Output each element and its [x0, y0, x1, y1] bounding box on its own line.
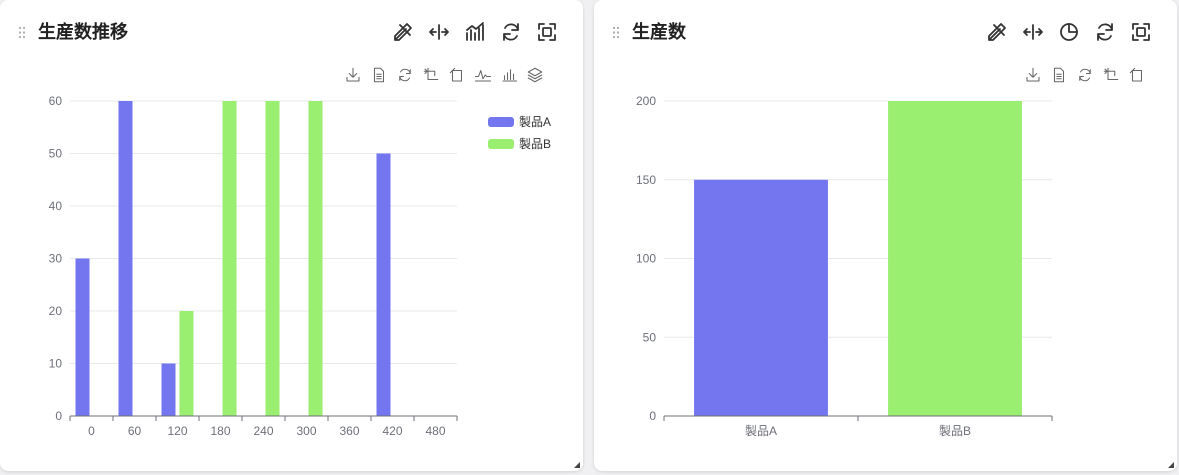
chart-toolbox [1024, 66, 1154, 86]
legend-swatch[interactable] [488, 117, 514, 127]
restore-icon[interactable] [1076, 66, 1094, 84]
restore-icon[interactable] [396, 66, 414, 84]
header-toolbar [391, 20, 559, 44]
download-icon[interactable] [344, 66, 362, 84]
panel-title: 生産数 [632, 22, 686, 42]
chart-toolbox [344, 66, 556, 86]
y-tick-label: 50 [49, 147, 63, 161]
bar[interactable] [222, 101, 237, 416]
x-tick-label: 360 [339, 424, 359, 438]
x-tick-label: 製品B [939, 424, 971, 438]
header-toolbar [985, 20, 1153, 44]
move-horizontal-icon[interactable] [1021, 20, 1045, 44]
panel-title: 生産数推移 [38, 22, 128, 42]
pencil-ruler-icon[interactable] [391, 20, 415, 44]
zoom-reset-icon[interactable] [1128, 66, 1146, 84]
panel-header: 生産数推移 [14, 18, 569, 46]
move-horizontal-icon[interactable] [427, 20, 451, 44]
y-tick-label: 50 [643, 330, 657, 344]
y-tick-label: 10 [49, 357, 63, 371]
x-tick-label: 240 [253, 424, 273, 438]
legend-label[interactable]: 製品B [519, 137, 551, 151]
stack-icon[interactable] [526, 66, 544, 84]
y-tick-label: 0 [649, 409, 656, 423]
y-tick-label: 30 [49, 252, 63, 266]
bar[interactable] [161, 363, 176, 417]
x-tick-label: 300 [296, 424, 316, 438]
bar[interactable] [118, 101, 133, 416]
y-tick-label: 150 [636, 173, 656, 187]
zoom-reset-icon[interactable] [448, 66, 466, 84]
drag-handle-icon[interactable] [612, 26, 620, 39]
y-tick-label: 0 [55, 409, 62, 423]
production-count-panel: 生産数 0 50 100 150 200 製品A 製品B [594, 0, 1177, 471]
refresh-icon[interactable] [1093, 20, 1117, 44]
x-tick-label: 60 [128, 424, 142, 438]
pencil-ruler-icon[interactable] [985, 20, 1009, 44]
bar[interactable] [888, 101, 1022, 416]
bar[interactable] [376, 153, 391, 417]
legend-swatch[interactable] [488, 139, 514, 149]
x-tick-label: 480 [425, 424, 445, 438]
data-view-icon[interactable] [370, 66, 388, 84]
bar[interactable] [179, 311, 194, 416]
bar-type-icon[interactable] [500, 66, 518, 84]
y-tick-label: 40 [49, 199, 63, 213]
data-view-icon[interactable] [1050, 66, 1068, 84]
resize-handle-icon[interactable] [1168, 462, 1174, 468]
x-tick-label: 製品A [745, 424, 777, 438]
production-trend-panel: 生産数推移 0 10 20 30 40 50 60 0 60 120 180 240 300 360 420… [0, 0, 583, 471]
download-icon[interactable] [1024, 66, 1042, 84]
x-tick-label: 120 [167, 424, 187, 438]
zoom-icon[interactable] [422, 66, 440, 84]
y-tick-label: 100 [636, 252, 656, 266]
pie-chart-icon[interactable] [1057, 20, 1081, 44]
bar[interactable] [694, 179, 828, 416]
refresh-icon[interactable] [499, 20, 523, 44]
line-chart-icon[interactable] [463, 20, 487, 44]
x-tick-label: 420 [382, 424, 402, 438]
line-type-icon[interactable] [474, 66, 492, 84]
bar[interactable] [75, 258, 90, 417]
bar[interactable] [308, 101, 323, 416]
bar[interactable] [265, 101, 280, 416]
resize-handle-icon[interactable] [574, 462, 580, 468]
panel-header: 生産数 [608, 18, 1163, 46]
x-tick-label: 0 [88, 424, 95, 438]
zoom-icon[interactable] [1102, 66, 1120, 84]
fullscreen-icon[interactable] [1129, 20, 1153, 44]
y-tick-label: 200 [636, 94, 656, 108]
y-tick-label: 20 [49, 304, 63, 318]
y-tick-label: 60 [49, 94, 63, 108]
drag-handle-icon[interactable] [18, 26, 26, 39]
legend-label[interactable]: 製品A [519, 115, 551, 129]
fullscreen-icon[interactable] [535, 20, 559, 44]
x-tick-label: 180 [210, 424, 230, 438]
